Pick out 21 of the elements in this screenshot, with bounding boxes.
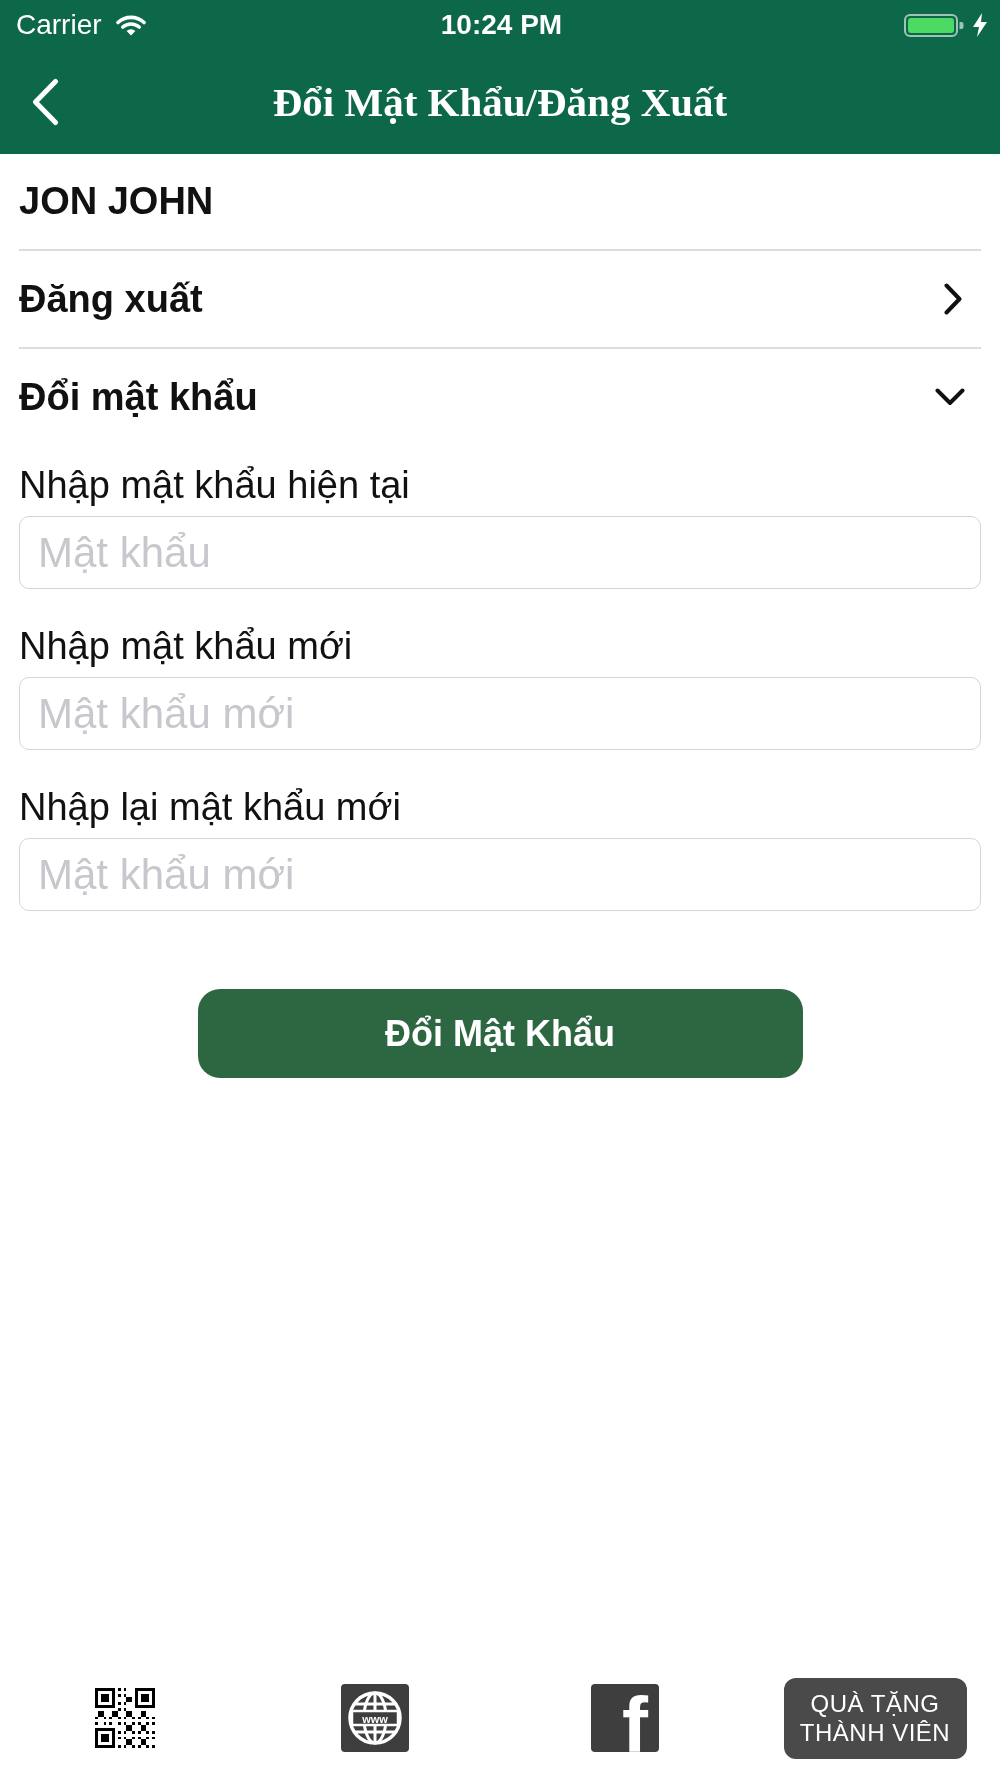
field-label: Nhập mật khẩu hiện tại xyxy=(19,463,411,508)
member-gift-button[interactable]: QUÀ TẶNG THÀNH VIÊN xyxy=(783,1677,967,1759)
menu-item[interactable]: Đổi mật khẩu xyxy=(19,347,981,445)
f-logo-icon[interactable]: f xyxy=(591,1684,659,1752)
screen-title: Đổi Mật Khẩu/Đăng Xuất xyxy=(271,78,729,126)
battery-icon xyxy=(904,13,964,37)
user-name: JON JOHN xyxy=(19,180,214,223)
qr-code-icon[interactable] xyxy=(95,1688,155,1748)
globe-icon[interactable]: www xyxy=(341,1684,409,1752)
field-label: Nhập lại mật khẩu mới xyxy=(19,785,402,830)
status-time: 10:24 PM xyxy=(440,9,563,41)
back-chevron-icon[interactable] xyxy=(32,78,59,126)
change-password-button[interactable]: Đổi Mật Khẩu xyxy=(197,989,803,1078)
charging-bolt-icon xyxy=(973,13,987,37)
menu-item[interactable]: Đăng xuất xyxy=(19,249,981,347)
carrier-name: Carrier xyxy=(16,9,102,41)
password-field[interactable]: Mật khẩu xyxy=(19,516,981,589)
password-field[interactable]: Mật khẩu mới xyxy=(19,838,981,911)
password-field[interactable]: Mật khẩu mới xyxy=(19,677,981,750)
wifi-icon xyxy=(115,14,146,36)
field-label: Nhập mật khẩu mới xyxy=(19,624,354,669)
